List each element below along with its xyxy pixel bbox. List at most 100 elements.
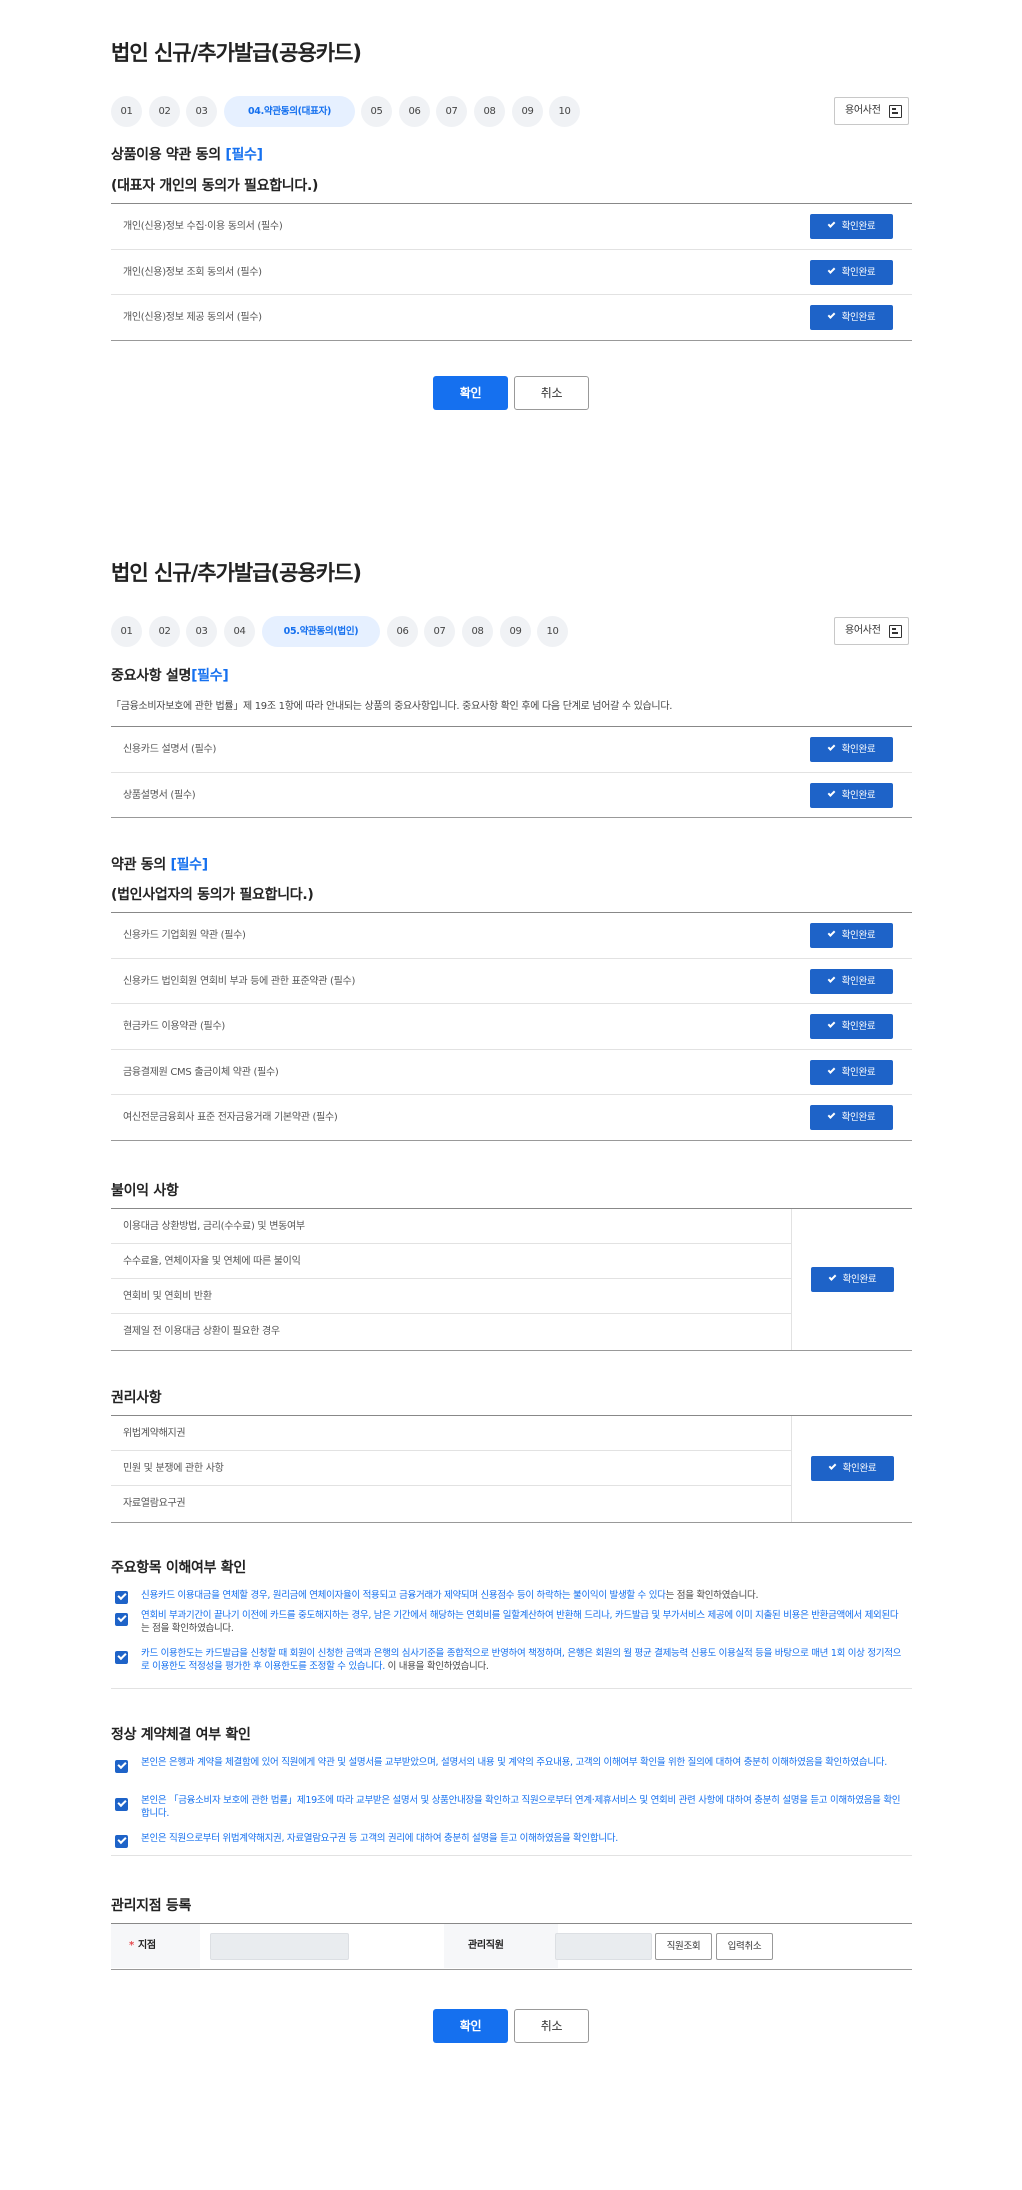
- checkbox-checked[interactable]: [115, 1613, 128, 1626]
- cancel-button[interactable]: 취소: [514, 2009, 589, 2043]
- button-label: 확인완료: [841, 975, 876, 987]
- branch-input[interactable]: [210, 1933, 349, 1960]
- check-icon: [827, 265, 835, 274]
- row-label: 현금카드 이용약관 (필수): [123, 1021, 225, 1032]
- top-section: 법인 신규/추가발급(공용카드) 01 02 03 04.약관동의(대표자) 0…: [111, 0, 912, 420]
- action-buttons: 확인 취소: [433, 376, 593, 410]
- required-tag: [필수]: [225, 147, 263, 163]
- glossary-button[interactable]: 용어사전: [834, 617, 909, 645]
- section-subheading: (법인사업자의 동의가 필요합니다.): [111, 887, 314, 903]
- confirm-done-button[interactable]: 확인완료: [810, 305, 893, 330]
- disadvantage-list: 이용대금 상환방법, 금리(수수료) 및 변동여부 수수료율, 연체이자율 및 …: [111, 1209, 791, 1349]
- step-item: 04: [224, 616, 255, 647]
- row-label: 신용카드 법인회원 연회비 부과 등에 관한 표준약관 (필수): [123, 975, 356, 987]
- step-item: 03: [186, 616, 217, 647]
- confirm-done-button[interactable]: 확인완료: [810, 1059, 893, 1085]
- table-row: 개인(신용)정보 제공 동의서 (필수) 확인완료: [111, 295, 912, 341]
- text-highlight: 카드 이용한도는 카드발급을 신청할 때 회원이 신청한 금액과 은행의 심사기…: [141, 1648, 902, 1672]
- section-heading: 약관 동의 [필수]: [111, 854, 208, 874]
- check-icon: [827, 220, 835, 228]
- section-heading: 불이익 사항: [111, 1183, 179, 1199]
- button-label: 확인완료: [842, 1463, 877, 1474]
- list-item: 결제일 전 이용대금 상환이 필요한 경우: [123, 1326, 280, 1337]
- checkbox-checked[interactable]: [115, 1835, 128, 1848]
- confirm-done-button[interactable]: 확인완료: [811, 1267, 894, 1292]
- step-item: 09: [500, 616, 531, 647]
- checkbox-checked[interactable]: [115, 1591, 128, 1604]
- confirm-done-button[interactable]: 확인완료: [811, 1456, 894, 1481]
- heading-text: 약관 동의: [111, 857, 166, 873]
- confirm-button[interactable]: 확인: [433, 2009, 508, 2043]
- confirm-done-button[interactable]: 확인완료: [810, 259, 893, 285]
- checkbox-checked[interactable]: [115, 1651, 128, 1664]
- step-item: 02: [149, 616, 180, 647]
- branch-registration: * 지점 관리직원 직원조회 입력취소: [111, 1923, 912, 1970]
- checkbox-text: 본인은 「금융소비자 보호에 관한 법률」제19조에 따라 교부받은 설명서 및…: [141, 1794, 906, 1820]
- section-heading: 관리지점 등록: [111, 1898, 192, 1914]
- section-heading: 정상 계약체결 여부 확인: [111, 1727, 251, 1743]
- button-label: 확인완료: [841, 789, 876, 801]
- glossary-button[interactable]: 용어사전: [834, 97, 909, 125]
- button-label: 확인완료: [841, 266, 876, 278]
- confirm-done-button[interactable]: 확인완료: [810, 737, 893, 762]
- text-highlight: 본인은 「금융소비자 보호에 관한 법률」제19조에 따라 교부받은 설명서 및…: [141, 1795, 901, 1819]
- button-label: 확인완료: [841, 1021, 876, 1032]
- list-item: 위법계약해지권: [111, 1416, 791, 1451]
- table-row: 신용카드 설명서 (필수) 확인완료: [111, 727, 912, 773]
- text-plain: 는 점을 확인하였습니다.: [665, 1590, 759, 1601]
- staff-search-button[interactable]: 직원조회: [655, 1933, 712, 1960]
- step-item-current: 04.약관동의(대표자): [224, 96, 355, 127]
- step-item: 06: [399, 96, 430, 127]
- check-icon: [828, 1273, 836, 1281]
- section-note: 「금융소비자보호에 관한 법률」제 19조 1항에 따라 안내되는 상품의 중요…: [111, 701, 673, 712]
- row-label: 신용카드 설명서 (필수): [123, 744, 217, 755]
- button-label: 확인완료: [841, 312, 876, 323]
- list-item: 수수료율, 연체이자율 및 연체에 따른 불이익: [111, 1244, 791, 1279]
- step-item: 10: [537, 616, 568, 647]
- confirm-done-button[interactable]: 확인완료: [810, 1014, 893, 1039]
- step-item: 03: [186, 96, 217, 127]
- check-icon: [827, 788, 835, 797]
- terms-table: 신용카드 기업회원 약관 (필수) 확인완료 신용카드 법인회원 연회비 부과 등…: [111, 912, 912, 1141]
- page-title: 법인 신규/추가발급(공용카드): [111, 41, 362, 65]
- confirm-done-button[interactable]: 확인완료: [810, 968, 893, 994]
- book-icon: [889, 105, 902, 118]
- input-cancel-button[interactable]: 입력취소: [716, 1933, 773, 1960]
- step-item: 01: [111, 616, 142, 647]
- terms-table: 개인(신용)정보 수집·이용 동의서 (필수) 확인완료 개인(신용)정보 조회 …: [111, 203, 912, 341]
- button-label: 확인완료: [842, 1274, 877, 1285]
- step-indicator: 01 02 03 04 05.약관동의(법인) 06 07 08 09 10 용…: [111, 616, 912, 647]
- step-item: 07: [424, 616, 455, 647]
- check-icon: [827, 1111, 835, 1119]
- table-row: 여신전문금융회사 표준 전자금융거래 기본약관 (필수) 확인완료: [111, 1095, 912, 1141]
- check-icon: [827, 929, 835, 937]
- check-icon: [827, 974, 835, 983]
- checkbox-checked[interactable]: [115, 1798, 128, 1811]
- button-label: 확인완료: [841, 1112, 876, 1123]
- check-icon: [828, 1462, 836, 1470]
- confirm-done-button[interactable]: 확인완료: [810, 1105, 893, 1130]
- row-label: 개인(신용)정보 조회 동의서 (필수): [123, 266, 262, 278]
- heading-text: 상품이용 약관 동의: [111, 147, 221, 163]
- staff-input[interactable]: [555, 1933, 652, 1960]
- cancel-button[interactable]: 취소: [514, 376, 589, 410]
- button-label: 확인완료: [841, 744, 876, 755]
- text-plain: 이 내용을 확인하였습니다.: [384, 1661, 489, 1672]
- confirm-done-button[interactable]: 확인완료: [810, 923, 893, 948]
- page-title: 법인 신규/추가발급(공용카드): [111, 561, 362, 585]
- group-action: 확인완료: [791, 1416, 912, 1522]
- table-row: 신용카드 기업회원 약관 (필수) 확인완료: [111, 913, 912, 959]
- step-item-current: 05.약관동의(법인): [262, 616, 380, 647]
- table-row: 신용카드 법인회원 연회비 부과 등에 관한 표준약관 (필수) 확인완료: [111, 959, 912, 1004]
- action-buttons: 확인 취소: [433, 2009, 593, 2043]
- divider: [111, 1688, 912, 1689]
- confirm-button[interactable]: 확인: [433, 376, 508, 410]
- confirm-done-button[interactable]: 확인완료: [810, 214, 893, 239]
- heading-text: 중요사항 설명: [111, 668, 192, 684]
- step-item: 08: [462, 616, 493, 647]
- required-tag: [필수]: [170, 857, 208, 873]
- confirm-done-button[interactable]: 확인완료: [810, 782, 893, 808]
- text-highlight: 본인은 은행과 계약을 체결함에 있어 직원에게 약관 및 설명서를 교부받았으…: [141, 1757, 887, 1768]
- table-row: 금융결제원 CMS 출금이체 약관 (필수) 확인완료: [111, 1050, 912, 1095]
- checkbox-checked[interactable]: [115, 1760, 128, 1773]
